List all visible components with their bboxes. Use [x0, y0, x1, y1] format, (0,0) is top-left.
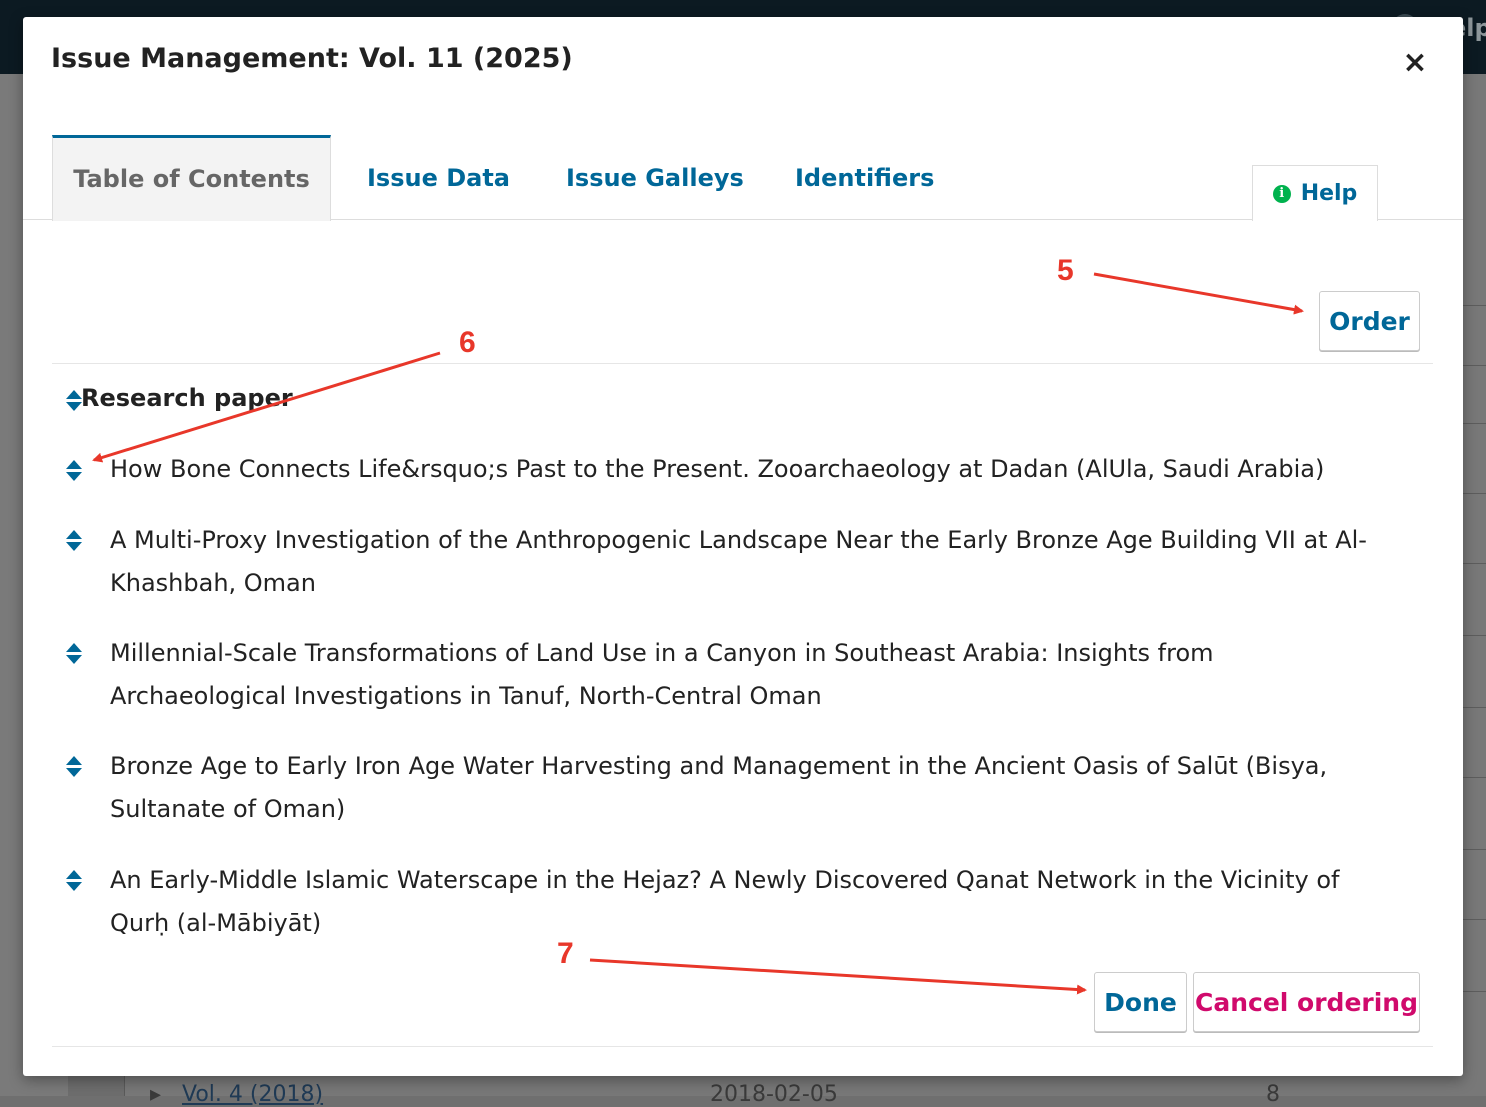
- done-button[interactable]: Done: [1094, 972, 1187, 1032]
- background-row-count: 8: [1266, 1082, 1280, 1107]
- tab-issue-data[interactable]: Issue Data: [367, 135, 510, 220]
- background-row-divider: [1462, 849, 1486, 850]
- background-row-divider: [1462, 563, 1486, 564]
- section-title: Research paper: [81, 384, 293, 412]
- article-sort-handle-icon[interactable]: [66, 642, 82, 666]
- background-row-divider: [1462, 423, 1486, 424]
- background-row-divider: [1462, 707, 1486, 708]
- background-row-title: Vol. 4 (2018): [182, 1082, 324, 1107]
- article-sort-handle-icon[interactable]: [66, 529, 82, 553]
- background-row-divider: [1462, 365, 1486, 366]
- background-row-arrow: ▸: [150, 1082, 162, 1107]
- article-title: Bronze Age to Early Iron Age Water Harve…: [110, 752, 1328, 823]
- article-title: An Early-Middle Islamic Waterscape in th…: [110, 866, 1340, 937]
- help-label: Help: [1300, 181, 1358, 206]
- close-icon[interactable]: ×: [1397, 47, 1433, 83]
- background-row-divider: [1462, 305, 1486, 306]
- divider: [52, 1046, 1433, 1047]
- divider: [52, 363, 1433, 364]
- background-row-divider: [1462, 777, 1486, 778]
- tab-issue-galleys[interactable]: Issue Galleys: [566, 135, 744, 220]
- issue-management-modal: Issue Management: Vol. 11 (2025) × Table…: [23, 17, 1463, 1076]
- info-icon: i: [1272, 184, 1291, 203]
- article-title: How Bone Connects Life&rsquo;s Past to t…: [110, 455, 1325, 483]
- annotation-number-5: 5: [1057, 254, 1074, 287]
- article-sort-handle-icon[interactable]: [66, 869, 82, 893]
- background-row-divider: [1462, 635, 1486, 636]
- annotation-number-6: 6: [459, 326, 476, 359]
- modal-title: Issue Management: Vol. 11 (2025): [51, 43, 573, 74]
- article-title: Millennial-Scale Transformations of Land…: [110, 639, 1214, 710]
- background-row-divider: [1462, 919, 1486, 920]
- article-title: A Multi-Proxy Investigation of the Anthr…: [110, 526, 1367, 597]
- order-button[interactable]: Order: [1319, 291, 1420, 351]
- section-sort-handle-icon[interactable]: [66, 389, 82, 413]
- background-row-date: 2018-02-05: [710, 1082, 838, 1107]
- tab-identifiers[interactable]: Identifiers: [795, 135, 934, 220]
- article-sort-handle-icon[interactable]: [66, 459, 82, 483]
- help-button[interactable]: i Help: [1252, 165, 1378, 221]
- article-sort-handle-icon[interactable]: [66, 755, 82, 779]
- background-row-divider: [1462, 493, 1486, 494]
- tab-bar: Table of Contents Issue Data Issue Galle…: [23, 135, 1463, 221]
- background-row-divider: [1462, 991, 1486, 992]
- tab-table-of-contents[interactable]: Table of Contents: [52, 135, 331, 221]
- annotation-number-7: 7: [557, 937, 574, 970]
- cancel-ordering-button[interactable]: Cancel ordering: [1193, 972, 1420, 1032]
